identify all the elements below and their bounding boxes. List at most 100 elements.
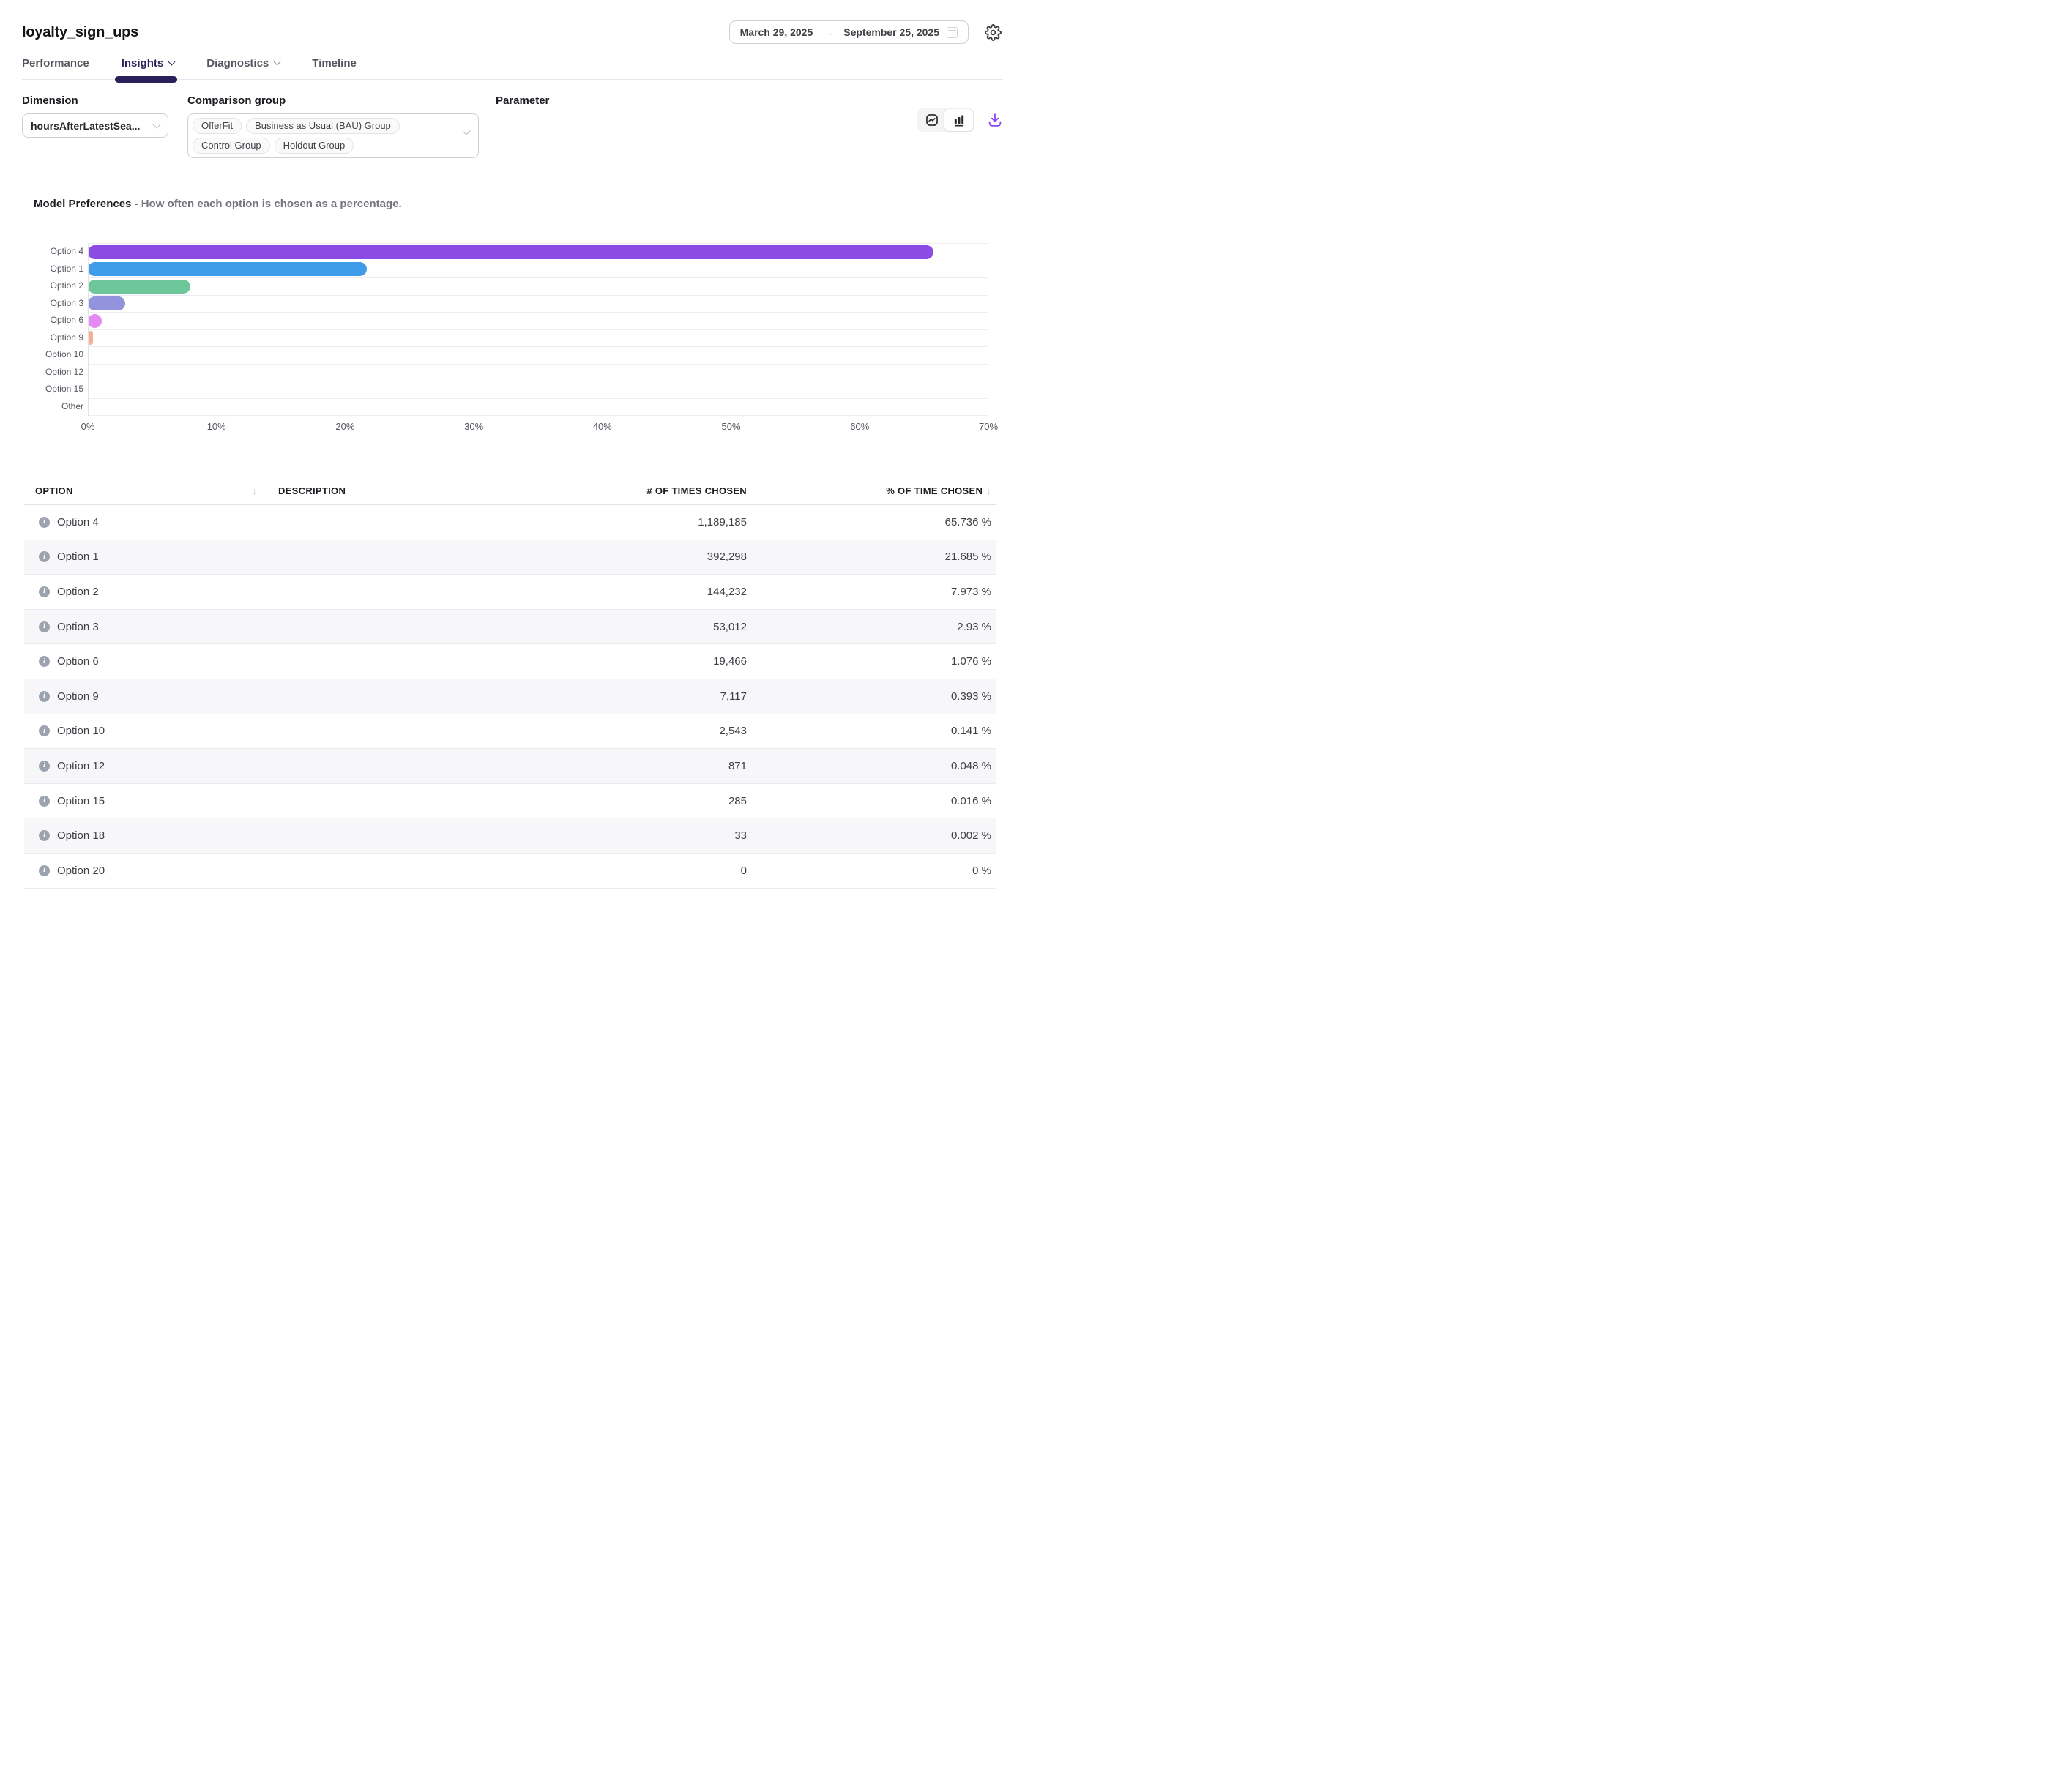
chart-bar-label: Option 10 <box>22 346 83 364</box>
option-name: Option 15 <box>57 795 105 807</box>
chart-bar-label: Option 2 <box>22 277 83 295</box>
settings-button[interactable] <box>983 23 1003 42</box>
times-chosen-cell: 2,543 <box>532 725 752 737</box>
table-row[interactable]: Option 10 2,5430.141 % <box>24 714 996 750</box>
pct-chosen-cell: 21.685 % <box>752 550 996 563</box>
pct-chosen-cell: 2.93 % <box>752 621 996 633</box>
comparison-chip[interactable]: Business as Usual (BAU) Group <box>246 118 400 134</box>
tab-timeline[interactable]: Timeline <box>312 53 357 79</box>
table-row[interactable]: Option 2000 % <box>24 854 996 889</box>
option-cell: Option 6 <box>24 655 266 668</box>
chart-bar <box>88 400 89 414</box>
option-name: Option 12 <box>57 760 105 772</box>
option-cell: Option 4 <box>24 516 266 529</box>
top-bar: loyalty_sign_ups March 29, 2025 → Septem… <box>22 22 1003 44</box>
pct-chosen-cell: 0.016 % <box>752 795 996 807</box>
comparison-group-label: Comparison group <box>187 94 479 108</box>
info-icon[interactable] <box>39 865 50 876</box>
info-icon[interactable] <box>39 656 50 667</box>
chart-bar <box>88 262 367 276</box>
option-cell: Option 10 <box>24 725 266 737</box>
table-row[interactable]: Option 1392,29821.685 % <box>24 540 996 575</box>
info-icon[interactable] <box>39 796 50 807</box>
chart-bar-label: Option 1 <box>22 261 83 278</box>
comparison-group-select[interactable]: OfferFitBusiness as Usual (BAU) Group Con… <box>187 113 479 158</box>
bar-chart-toggle-button[interactable] <box>944 109 973 131</box>
option-name: Option 9 <box>57 690 99 703</box>
column-header-times-chosen[interactable]: # OF TIMES CHOSEN <box>532 485 752 496</box>
chart-bar-label: Option 6 <box>22 312 83 329</box>
chart-bar-label: Option 9 <box>22 329 83 347</box>
chart-bar <box>88 365 89 379</box>
chart-x-axis-ticks: 0%10%20%30%40%50%60%70% <box>88 421 988 433</box>
dimension-select[interactable]: hoursAfterLatestSea... <box>22 113 168 138</box>
chart-bar <box>88 296 125 310</box>
download-button[interactable] <box>987 112 1003 128</box>
info-icon[interactable] <box>39 621 50 632</box>
tab-insights[interactable]: Insights <box>122 53 175 79</box>
table-row[interactable]: Option 353,0122.93 % <box>24 610 996 645</box>
chart-bar-track <box>88 347 988 365</box>
chart-bar-track <box>88 278 988 296</box>
chevron-down-icon <box>152 120 160 128</box>
option-name: Option 3 <box>57 621 99 633</box>
table-row[interactable]: Option 41,189,18565.736 % <box>24 505 996 540</box>
table-row[interactable]: Option 9 7,1170.393 % <box>24 679 996 714</box>
times-chosen-cell: 871 <box>532 760 752 772</box>
line-chart-icon <box>925 113 939 127</box>
line-chart-toggle-button[interactable] <box>919 109 944 131</box>
tab-diagnostics[interactable]: Diagnostics <box>206 53 280 79</box>
chart-x-tick: 70% <box>979 421 998 432</box>
chart-bar-track <box>88 330 988 348</box>
chart-type-toggle <box>917 108 974 132</box>
tab-performance[interactable]: Performance <box>22 53 89 79</box>
chart-bar <box>88 348 89 362</box>
pct-chosen-cell: 0.141 % <box>752 725 996 737</box>
table-row[interactable]: Option 619,4661.076 % <box>24 644 996 679</box>
table-row[interactable]: Option 18330.002 % <box>24 818 996 854</box>
date-range-start: March 29, 2025 <box>740 26 813 38</box>
chart-bar-label: Option 15 <box>22 381 83 398</box>
chart-section-heading: Model Preferences - How often each optio… <box>22 198 1003 211</box>
info-icon[interactable] <box>39 551 50 562</box>
pct-chosen-cell: 0.393 % <box>752 690 996 703</box>
info-icon[interactable] <box>39 761 50 772</box>
pct-chosen-cell: 1.076 % <box>752 655 996 668</box>
tab-label: Timeline <box>312 57 357 70</box>
option-name: Option 6 <box>57 655 99 668</box>
column-header-description[interactable]: DESCRIPTION <box>266 485 532 496</box>
option-cell: Option 18 <box>24 829 266 842</box>
chart-bar-track <box>88 381 988 399</box>
info-icon[interactable] <box>39 830 50 841</box>
column-header-pct-chosen[interactable]: % OF TIME CHOSEN <box>752 485 996 496</box>
date-range-picker[interactable]: March 29, 2025 → September 25, 2025 <box>729 20 969 44</box>
chart-bar <box>88 383 89 397</box>
table-row[interactable]: Option 152850.016 % <box>24 784 996 819</box>
comparison-chip[interactable]: Holdout Group <box>275 138 354 154</box>
times-chosen-cell: 392,298 <box>532 550 752 563</box>
chart-bar-label: Other <box>22 398 83 416</box>
info-icon[interactable] <box>39 725 50 736</box>
option-name: Option 10 <box>57 725 105 737</box>
comparison-chip[interactable]: OfferFit <box>193 118 242 134</box>
comparison-chip[interactable]: Control Group <box>193 138 270 154</box>
times-chosen-cell: 7,117 <box>532 690 752 703</box>
info-icon[interactable] <box>39 691 50 702</box>
chart-bar <box>88 331 93 345</box>
option-name: Option 18 <box>57 829 105 842</box>
info-icon[interactable] <box>39 517 50 528</box>
option-cell: Option 9 <box>24 690 266 703</box>
chart-plot-area <box>88 243 988 416</box>
chart-bar-label: Option 12 <box>22 364 83 381</box>
tab-label: Insights <box>122 57 164 70</box>
table-row[interactable]: Option 128710.048 % <box>24 749 996 784</box>
times-chosen-cell: 1,189,185 <box>532 516 752 529</box>
table-row[interactable]: Option 2144,2327.973 % <box>24 575 996 610</box>
pct-chosen-cell: 7.973 % <box>752 586 996 598</box>
column-header-option[interactable]: OPTION <box>24 485 266 496</box>
tab-label: Performance <box>22 57 89 70</box>
info-icon[interactable] <box>39 586 50 597</box>
chart-y-axis-labels: Option 4Option 1Option 2Option 3Option 6… <box>22 243 83 416</box>
chart-subtitle: - How often each option is chosen as a p… <box>131 198 401 210</box>
sort-descending-icon <box>986 485 991 496</box>
